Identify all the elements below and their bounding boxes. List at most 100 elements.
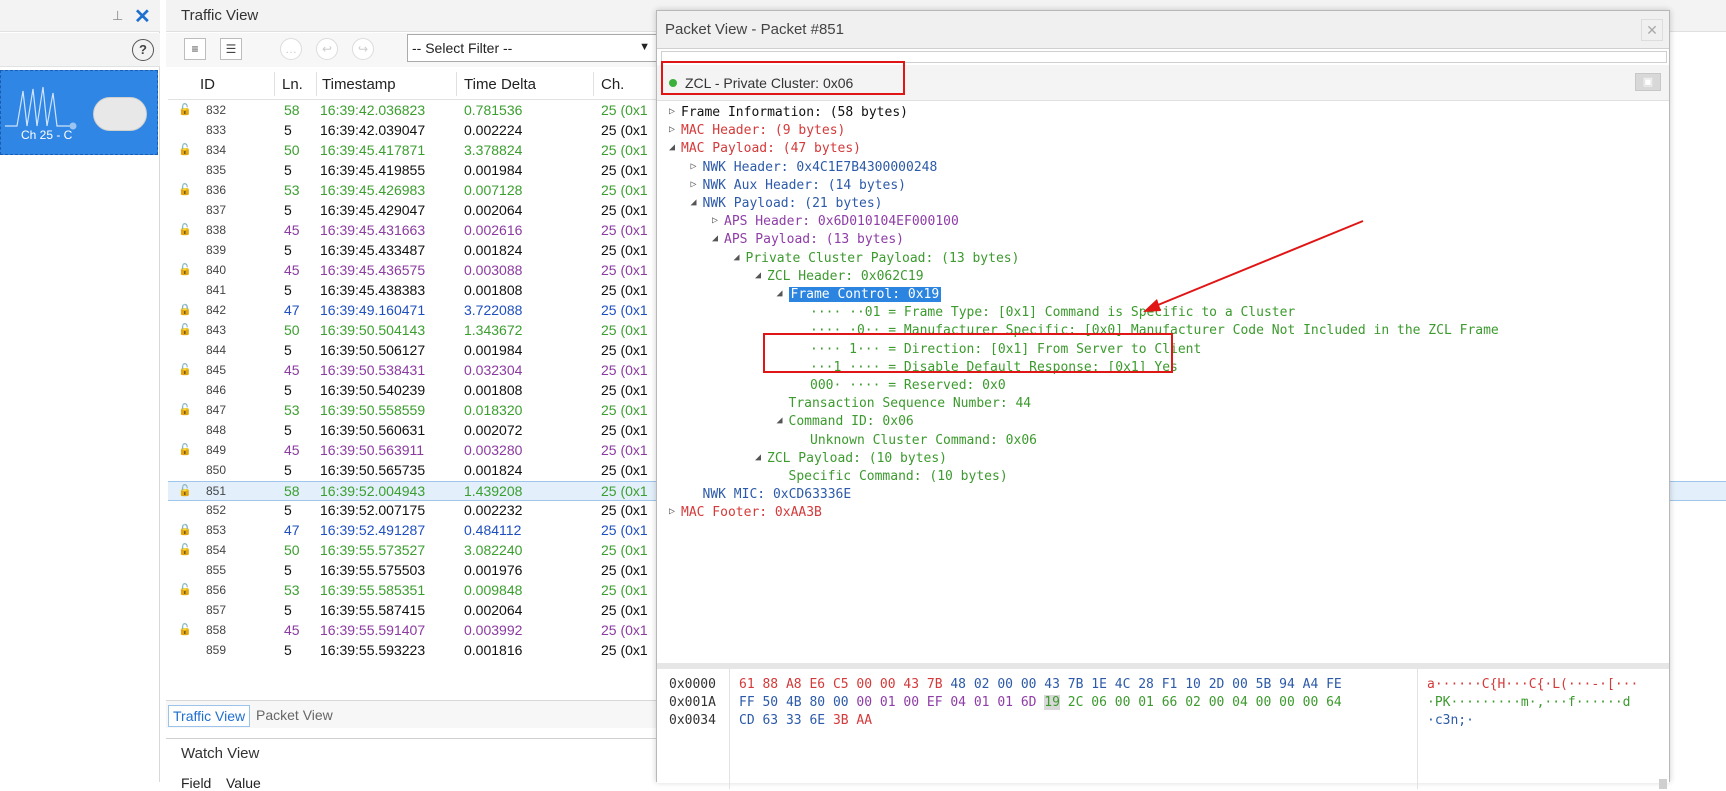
hex-byte[interactable]: 28 <box>1138 677 1154 692</box>
tree-node[interactable]: Unknown Cluster Command: 0x06 <box>810 431 1037 451</box>
hex-byte[interactable]: 6E <box>809 713 825 728</box>
pin-icon[interactable]: ⊥ <box>112 8 126 23</box>
hex-byte[interactable]: 01 <box>880 695 896 710</box>
hex-byte[interactable]: 00 <box>1256 695 1272 710</box>
hex-byte[interactable]: 01 <box>997 695 1013 710</box>
expanded-triangle-icon[interactable]: ◢ <box>755 270 767 281</box>
hex-byte[interactable]: 00 <box>1209 695 1225 710</box>
hex-byte[interactable]: 80 <box>809 695 825 710</box>
hex-byte[interactable]: 66 <box>1162 695 1178 710</box>
watch-column-value[interactable]: Value <box>226 775 261 791</box>
tree-node[interactable]: Frame Control: 0x19 <box>788 285 942 305</box>
tree-node[interactable]: NWK Payload: (21 bytes) <box>703 194 883 214</box>
hex-byte[interactable]: FE <box>1326 677 1342 692</box>
comment-icon[interactable]: … <box>280 38 302 60</box>
hex-byte[interactable]: AA <box>856 713 872 728</box>
hex-byte[interactable]: 04 <box>1232 695 1248 710</box>
hex-byte[interactable]: 2C <box>1068 695 1084 710</box>
hex-byte[interactable]: 00 <box>997 677 1013 692</box>
hex-byte[interactable]: 63 <box>762 713 778 728</box>
tab-packet-view[interactable]: Packet View <box>252 705 337 725</box>
hex-byte[interactable]: 3B <box>833 713 849 728</box>
tree-node[interactable]: APS Header: 0x6D010104EF000100 <box>724 212 959 232</box>
tree-node[interactable]: Transaction Sequence Number: 44 <box>789 394 1032 414</box>
tree-node[interactable]: APS Payload: (13 bytes) <box>724 230 904 250</box>
tree-node[interactable]: MAC Header: (9 bytes) <box>681 121 845 141</box>
hex-byte[interactable]: 61 <box>739 677 755 692</box>
hex-byte[interactable]: 6D <box>1021 695 1037 710</box>
channel-toggle[interactable] <box>93 97 147 131</box>
vertical-scrollbar[interactable] <box>1659 779 1667 789</box>
hex-bytes[interactable]: CD 63 33 6E 3B AA <box>739 713 872 728</box>
expanded-triangle-icon[interactable]: ◢ <box>734 252 746 263</box>
hex-byte[interactable]: 94 <box>1279 677 1295 692</box>
hex-byte[interactable]: 10 <box>1185 677 1201 692</box>
hex-byte[interactable]: 00 <box>856 695 872 710</box>
hex-byte[interactable]: CD <box>739 713 755 728</box>
collapsed-triangle-icon[interactable]: ▷ <box>712 215 724 226</box>
close-icon[interactable]: ✕ <box>134 4 151 29</box>
channel-card[interactable]: Ch 25 - C <box>0 70 158 155</box>
tree-node[interactable]: Private Cluster Payload: (13 bytes) <box>746 249 1020 269</box>
hex-byte[interactable]: 00 <box>1279 695 1295 710</box>
collapsed-triangle-icon[interactable]: ▷ <box>691 161 703 172</box>
tree-node-selected[interactable]: Frame Control: 0x19 <box>788 287 942 302</box>
tab-traffic-view[interactable]: Traffic View <box>168 705 251 727</box>
hex-byte[interactable]: 19 <box>1044 695 1060 710</box>
column-header-channel[interactable]: Ch. <box>601 76 624 93</box>
hex-byte[interactable]: 00 <box>1021 677 1037 692</box>
expanded-triangle-icon[interactable]: ◢ <box>669 142 681 153</box>
hex-byte[interactable]: FF <box>739 695 755 710</box>
filter-select[interactable]: -- Select Filter -- ▼ <box>407 34 657 62</box>
hex-byte[interactable]: 00 <box>1303 695 1319 710</box>
collapsed-triangle-icon[interactable]: ▷ <box>669 106 681 117</box>
hex-byte[interactable]: 33 <box>786 713 802 728</box>
tree-node[interactable]: Frame Information: (58 bytes) <box>681 103 908 123</box>
hex-byte[interactable]: 2D <box>1209 677 1225 692</box>
tree-node[interactable]: Command ID: 0x06 <box>789 412 914 432</box>
hex-byte[interactable]: A4 <box>1303 677 1319 692</box>
tree-node[interactable]: NWK Header: 0x4C1E7B4300000248 <box>703 158 938 178</box>
hex-byte[interactable]: 00 <box>903 695 919 710</box>
lock-icon[interactable]: ▣ <box>1635 73 1661 91</box>
hex-byte[interactable]: 02 <box>974 677 990 692</box>
expanded-triangle-icon[interactable]: ◢ <box>712 233 724 244</box>
hex-byte[interactable]: 00 <box>833 695 849 710</box>
export-icon[interactable]: ≡ <box>184 38 206 60</box>
column-header-id[interactable]: ID <box>200 76 215 93</box>
hex-byte[interactable]: F1 <box>1162 677 1178 692</box>
hex-byte[interactable]: C5 <box>833 677 849 692</box>
hex-byte[interactable]: 01 <box>974 695 990 710</box>
hex-byte[interactable]: 43 <box>1044 677 1060 692</box>
hex-byte[interactable]: 48 <box>950 677 966 692</box>
expanded-triangle-icon[interactable]: ◢ <box>777 415 789 426</box>
hex-byte[interactable]: 00 <box>1232 677 1248 692</box>
hex-byte[interactable]: 7B <box>927 677 943 692</box>
column-header-ln[interactable]: Ln. <box>282 76 303 93</box>
watch-column-field[interactable]: Field <box>181 775 211 791</box>
hex-bytes[interactable]: 61 88 A8 E6 C5 00 00 43 7B 48 02 00 00 4… <box>739 677 1342 692</box>
hex-byte[interactable]: 06 <box>1091 695 1107 710</box>
hex-byte[interactable]: 00 <box>856 677 872 692</box>
hex-byte[interactable]: 4B <box>786 695 802 710</box>
hex-byte[interactable]: EF <box>927 695 943 710</box>
hex-byte[interactable]: 7B <box>1068 677 1084 692</box>
hex-byte[interactable]: 00 <box>880 677 896 692</box>
save-list-icon[interactable]: ☰ <box>220 38 242 60</box>
expanded-triangle-icon[interactable]: ◢ <box>755 452 767 463</box>
tree-node[interactable]: MAC Payload: (47 bytes) <box>681 139 861 159</box>
hex-byte[interactable]: 02 <box>1185 695 1201 710</box>
hex-byte[interactable]: A8 <box>786 677 802 692</box>
hex-byte[interactable]: 5B <box>1256 677 1272 692</box>
tree-node[interactable]: NWK Aux Header: (14 bytes) <box>703 176 907 196</box>
close-icon[interactable]: ✕ <box>1641 19 1663 41</box>
back-icon[interactable]: ↩ <box>316 38 338 60</box>
tree-node[interactable]: ZCL Payload: (10 bytes) <box>767 449 947 469</box>
column-header-time-delta[interactable]: Time Delta <box>464 76 536 93</box>
hex-byte[interactable]: 4C <box>1115 677 1131 692</box>
hex-byte[interactable]: 00 <box>1115 695 1131 710</box>
collapsed-triangle-icon[interactable]: ▷ <box>669 506 681 517</box>
collapsed-triangle-icon[interactable]: ▷ <box>691 179 703 190</box>
expanded-triangle-icon[interactable]: ◢ <box>691 197 703 208</box>
packet-view-titlebar[interactable]: Packet View - Packet #851 ✕ <box>657 11 1669 49</box>
